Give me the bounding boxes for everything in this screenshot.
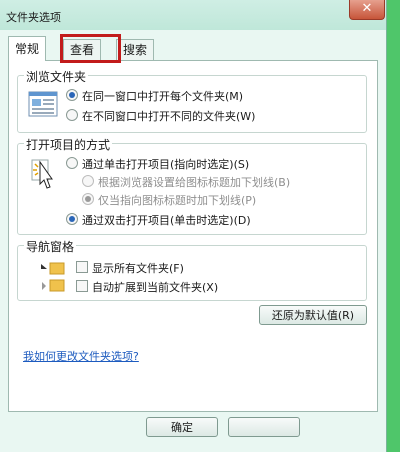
checkbox-auto-expand[interactable]: [76, 280, 88, 292]
option-different-window[interactable]: 在不同窗口中打开不同的文件夹(W): [66, 108, 255, 124]
radio-single-click[interactable]: [66, 157, 78, 169]
tab-general[interactable]: 常规: [8, 36, 47, 61]
option-double-click-label: 通过双击打开项目(单击时选定)(D): [82, 214, 251, 227]
ok-button[interactable]: 确定: [146, 417, 218, 437]
option-single-click-label: 通过单击打开项目(指向时选定)(S): [82, 158, 250, 171]
folder-options-dialog: 文件夹选项 ✕ 常规 查看 搜索 浏览文件夹 在同一窗口中打开每个文件夹(M): [0, 0, 387, 452]
option-different-window-label: 在不同窗口中打开不同的文件夹(W): [82, 110, 256, 123]
click-items-icon: [31, 159, 53, 189]
tab-view-highlight-box: [60, 34, 121, 63]
radio-different-window[interactable]: [66, 109, 78, 121]
option-show-all-folders-label: 显示所有文件夹(F): [92, 262, 184, 275]
radio-same-window[interactable]: [66, 89, 78, 101]
browse-folders-title: 浏览文件夹: [24, 68, 89, 85]
option-double-click[interactable]: 通过双击打开项目(单击时选定)(D): [66, 212, 251, 228]
option-same-window-label: 在同一窗口中打开每个文件夹(M): [82, 90, 244, 103]
browse-folders-group: 浏览文件夹 在同一窗口中打开每个文件夹(M) 在不同窗口中打开不同的文件夹(W): [17, 68, 367, 133]
title-bar[interactable]: 文件夹选项 ✕: [0, 0, 386, 30]
checkbox-show-all-folders[interactable]: [76, 261, 88, 273]
folder-tree-icon: [41, 262, 65, 292]
navigation-pane-group: 导航窗格 显示所有文件夹(F) 自动扩展到当前文件夹(X): [17, 238, 367, 301]
option-underline-hover[interactable]: 仅当指向图标标题时加下划线(P): [82, 192, 256, 208]
open-items-group: 打开项目的方式 通过单击打开项目(指向时选定)(S) 根据浏览器设置给图标标题加…: [17, 136, 367, 235]
option-same-window[interactable]: 在同一窗口中打开每个文件夹(M): [66, 88, 243, 104]
option-underline-hover-label: 仅当指向图标标题时加下划线(P): [98, 194, 257, 207]
close-button[interactable]: ✕: [349, 0, 385, 20]
dialog-footer: 确定: [0, 412, 386, 452]
tab-strip: 常规 查看 搜索: [8, 34, 378, 63]
tab-search[interactable]: 搜索: [116, 39, 155, 60]
option-underline-browser[interactable]: 根据浏览器设置给图标标题加下划线(B): [82, 174, 290, 190]
radio-double-click[interactable]: [66, 213, 78, 225]
option-show-all-folders[interactable]: 显示所有文件夹(F): [76, 260, 184, 276]
radio-underline-browser[interactable]: [82, 175, 94, 187]
open-items-title: 打开项目的方式: [24, 136, 113, 153]
option-underline-browser-label: 根据浏览器设置给图标标题加下划线(B): [98, 176, 291, 189]
window-title: 文件夹选项: [6, 11, 61, 24]
cancel-button[interactable]: [228, 417, 300, 437]
navigation-pane-title: 导航窗格: [24, 238, 77, 255]
option-auto-expand[interactable]: 自动扩展到当前文件夹(X): [76, 279, 218, 295]
general-tab-panel: 浏览文件夹 在同一窗口中打开每个文件夹(M) 在不同窗口中打开不同的文件夹(W)…: [8, 60, 378, 412]
option-auto-expand-label: 自动扩展到当前文件夹(X): [92, 281, 219, 294]
radio-underline-hover[interactable]: [82, 193, 94, 205]
restore-defaults-button[interactable]: 还原为默认值(R): [259, 305, 367, 325]
browse-folders-icon: [28, 91, 58, 117]
help-link[interactable]: 我如何更改文件夹选项?: [23, 348, 139, 364]
option-single-click[interactable]: 通过单击打开项目(指向时选定)(S): [66, 156, 249, 172]
